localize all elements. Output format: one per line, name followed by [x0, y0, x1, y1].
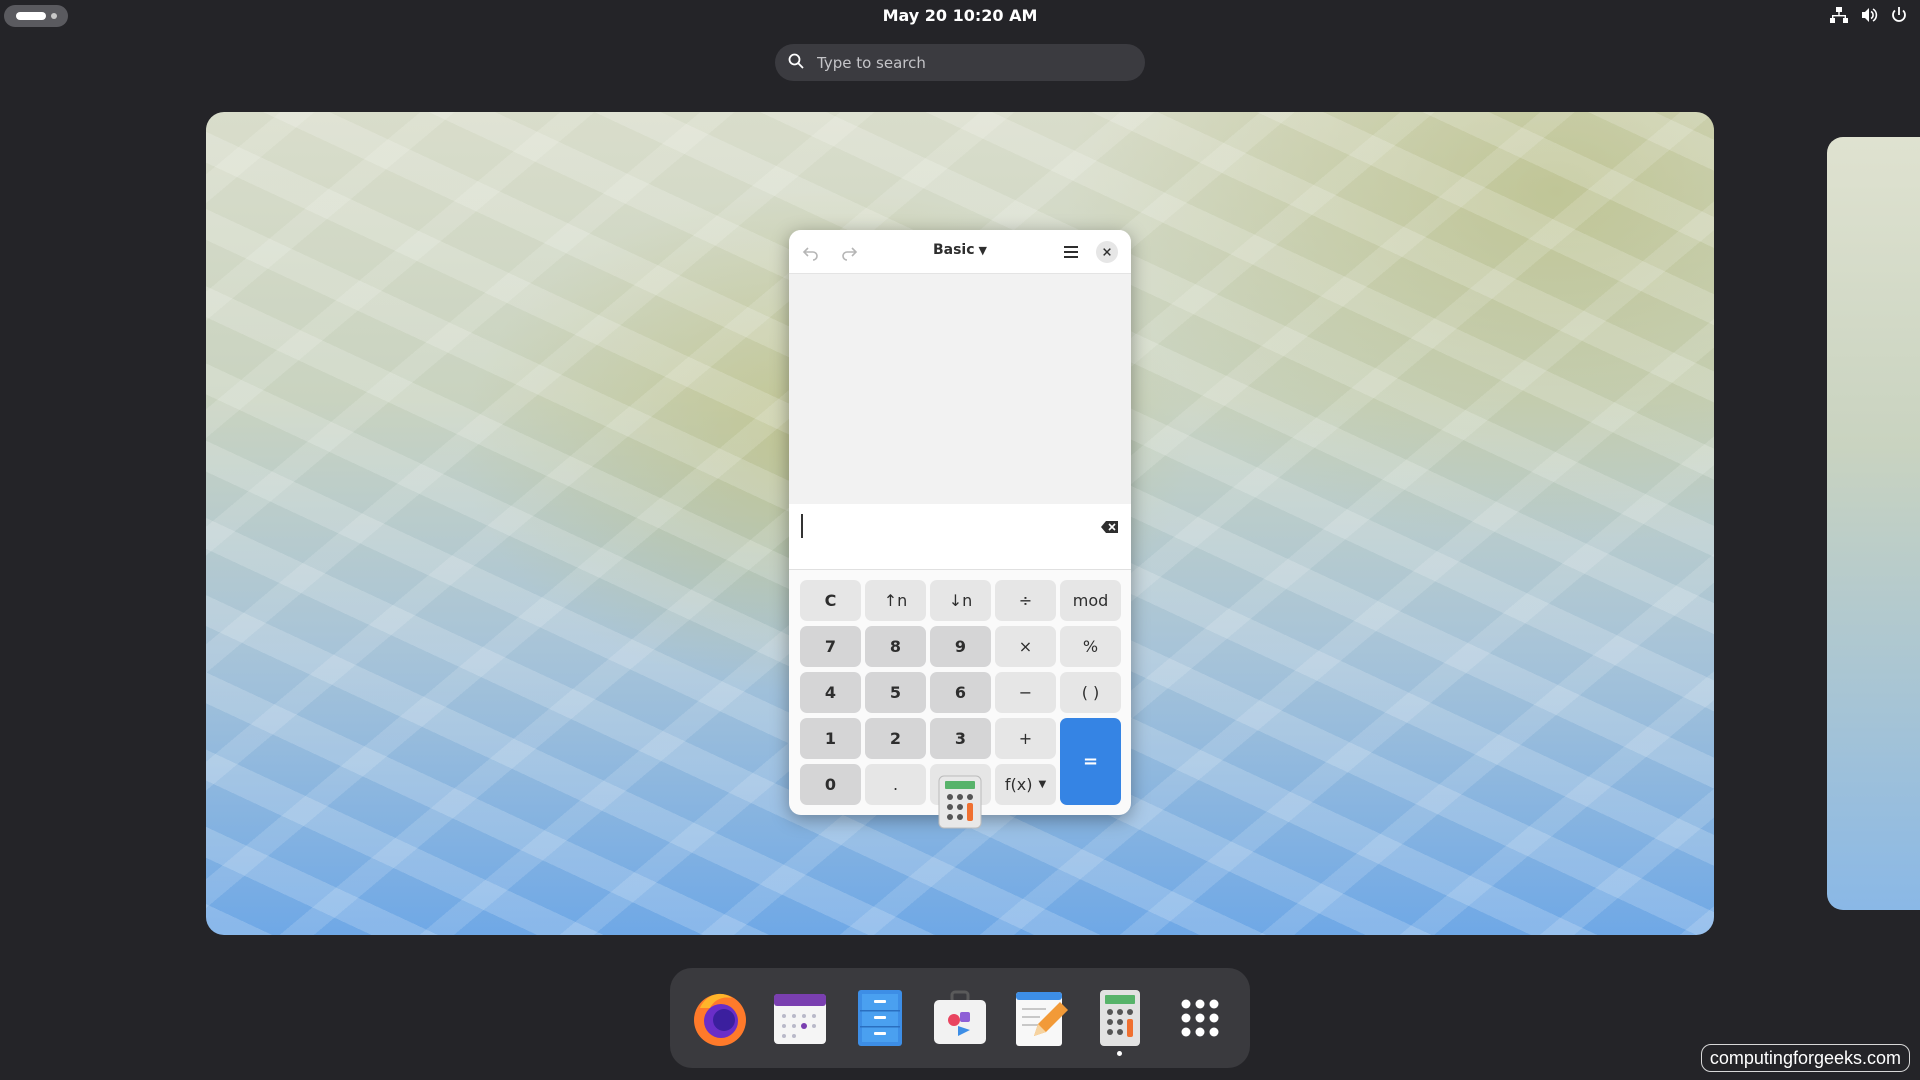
equals-button[interactable]: = [1060, 718, 1121, 805]
power-up-button[interactable]: ↑n [865, 580, 926, 621]
digit-7-button[interactable]: 7 [800, 626, 861, 667]
digit-5-button[interactable]: 5 [865, 672, 926, 713]
function-label: f(x) [1004, 775, 1033, 794]
watermark: computingforgeeks.com [1700, 1044, 1910, 1072]
keypad: C ↑n ↓n ÷ mod 7 8 9 × % 4 5 6 − ( ) 1 2 … [800, 580, 1121, 805]
digit-6-button[interactable]: 6 [930, 672, 991, 713]
files-icon[interactable] [848, 986, 912, 1050]
divide-button[interactable]: ÷ [995, 580, 1056, 621]
close-button[interactable] [1096, 241, 1118, 263]
parentheses-button[interactable]: ( ) [1060, 672, 1121, 713]
dash-dock [670, 968, 1250, 1068]
search-input[interactable] [817, 53, 1117, 72]
digit-4-button[interactable]: 4 [800, 672, 861, 713]
chevron-down-icon: ▼ [1038, 779, 1047, 790]
power-icon[interactable] [1890, 6, 1908, 24]
calculator-app-badge-icon [938, 775, 982, 829]
digit-8-button[interactable]: 8 [865, 626, 926, 667]
search-bar[interactable] [775, 44, 1145, 81]
firefox-icon[interactable] [688, 986, 752, 1050]
digit-1-button[interactable]: 1 [800, 718, 861, 759]
calculator-icon[interactable] [1088, 986, 1152, 1050]
expression-entry[interactable] [789, 504, 1131, 570]
top-bar: May 20 10:20 AM [0, 0, 1920, 32]
text-editor-icon[interactable] [1008, 986, 1072, 1050]
system-tray[interactable] [1830, 6, 1908, 24]
clear-button[interactable]: C [800, 580, 861, 621]
clock[interactable]: May 20 10:20 AM [0, 6, 1920, 25]
calculator-header-bar: Basic ▼ [789, 230, 1131, 274]
percent-button[interactable]: % [1060, 626, 1121, 667]
software-icon[interactable] [928, 986, 992, 1050]
decimal-button[interactable]: . [865, 764, 926, 805]
backspace-icon[interactable] [1101, 519, 1119, 538]
running-indicator [1117, 1051, 1122, 1056]
volume-icon[interactable] [1860, 6, 1878, 24]
function-button[interactable]: f(x) ▼ [995, 764, 1056, 805]
search-icon [787, 52, 805, 74]
digit-3-button[interactable]: 3 [930, 718, 991, 759]
app-grid-icon[interactable] [1168, 986, 1232, 1050]
add-button[interactable]: + [995, 718, 1056, 759]
text-cursor [801, 514, 803, 538]
next-workspace-thumbnail[interactable] [1827, 137, 1920, 910]
multiply-button[interactable]: × [995, 626, 1056, 667]
subtract-button[interactable]: − [995, 672, 1056, 713]
mode-label: Basic [932, 242, 975, 258]
calculator-window[interactable]: Basic ▼ C ↑n ↓n ÷ mod 7 8 9 × % 4 5 6 − (… [789, 230, 1131, 815]
digit-2-button[interactable]: 2 [865, 718, 926, 759]
digit-9-button[interactable]: 9 [930, 626, 991, 667]
chevron-down-icon: ▼ [978, 244, 988, 257]
digit-0-button[interactable]: 0 [800, 764, 861, 805]
power-down-button[interactable]: ↓n [930, 580, 991, 621]
calendar-icon[interactable] [768, 986, 832, 1050]
mod-button[interactable]: mod [1060, 580, 1121, 621]
history-area [789, 274, 1131, 504]
main-menu-button[interactable] [1059, 240, 1083, 264]
network-icon[interactable] [1830, 6, 1848, 24]
